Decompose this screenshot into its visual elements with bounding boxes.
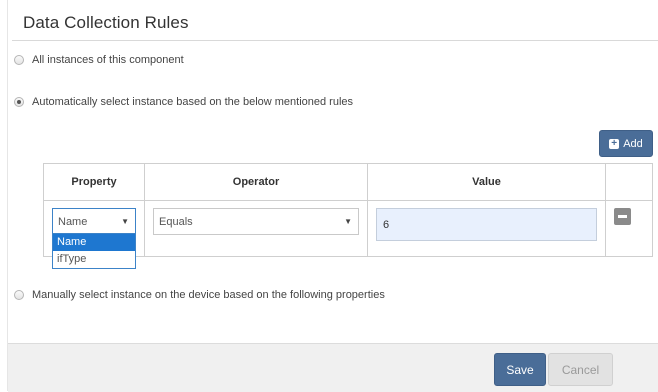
remove-rule-button[interactable] — [614, 208, 631, 225]
radio-all-instances[interactable] — [14, 55, 24, 65]
header-actions — [605, 163, 653, 201]
page-title: Data Collection Rules — [23, 13, 189, 32]
option-manual-select-label: Manually select instance on the device b… — [32, 289, 385, 301]
header-value: Value — [367, 163, 606, 201]
header-operator: Operator — [144, 163, 368, 201]
cell-value: 6 — [367, 200, 606, 257]
add-rule-button[interactable]: + Add — [599, 130, 653, 157]
value-input[interactable]: 6 — [376, 208, 597, 241]
save-button[interactable]: Save — [494, 353, 546, 386]
radio-auto-select[interactable] — [14, 97, 24, 107]
operator-select[interactable]: Equals ▼ — [153, 208, 359, 235]
operator-select-value: Equals — [159, 215, 193, 228]
dropdown-option-iftype[interactable]: ifType — [53, 251, 135, 268]
add-rule-label: Add — [623, 137, 643, 150]
property-select[interactable]: Name ▼ — [52, 208, 136, 235]
chevron-down-icon: ▼ — [121, 217, 129, 226]
option-auto-select[interactable]: Automatically select instance based on t… — [14, 96, 353, 108]
option-all-instances-label: All instances of this component — [32, 54, 184, 66]
radio-manual-select[interactable] — [14, 290, 24, 300]
dropdown-option-name[interactable]: Name — [53, 234, 135, 251]
header-property: Property — [43, 163, 145, 201]
value-input-text: 6 — [383, 218, 390, 231]
cancel-button[interactable]: Cancel — [548, 353, 613, 386]
option-auto-select-label: Automatically select instance based on t… — [32, 96, 354, 108]
cell-actions — [605, 200, 653, 257]
rules-table-header: Property Operator Value — [43, 163, 653, 201]
property-select-value: Name — [58, 215, 88, 228]
panel-left-border — [7, 0, 8, 391]
plus-icon: + — [609, 138, 620, 149]
chevron-down-icon: ▼ — [344, 217, 352, 226]
title-divider — [12, 40, 658, 41]
property-dropdown-list: Name ifType — [52, 233, 136, 269]
option-all-instances[interactable]: All instances of this component — [14, 54, 184, 66]
cell-operator: Equals ▼ — [144, 200, 368, 257]
option-manual-select[interactable]: Manually select instance on the device b… — [14, 289, 385, 301]
